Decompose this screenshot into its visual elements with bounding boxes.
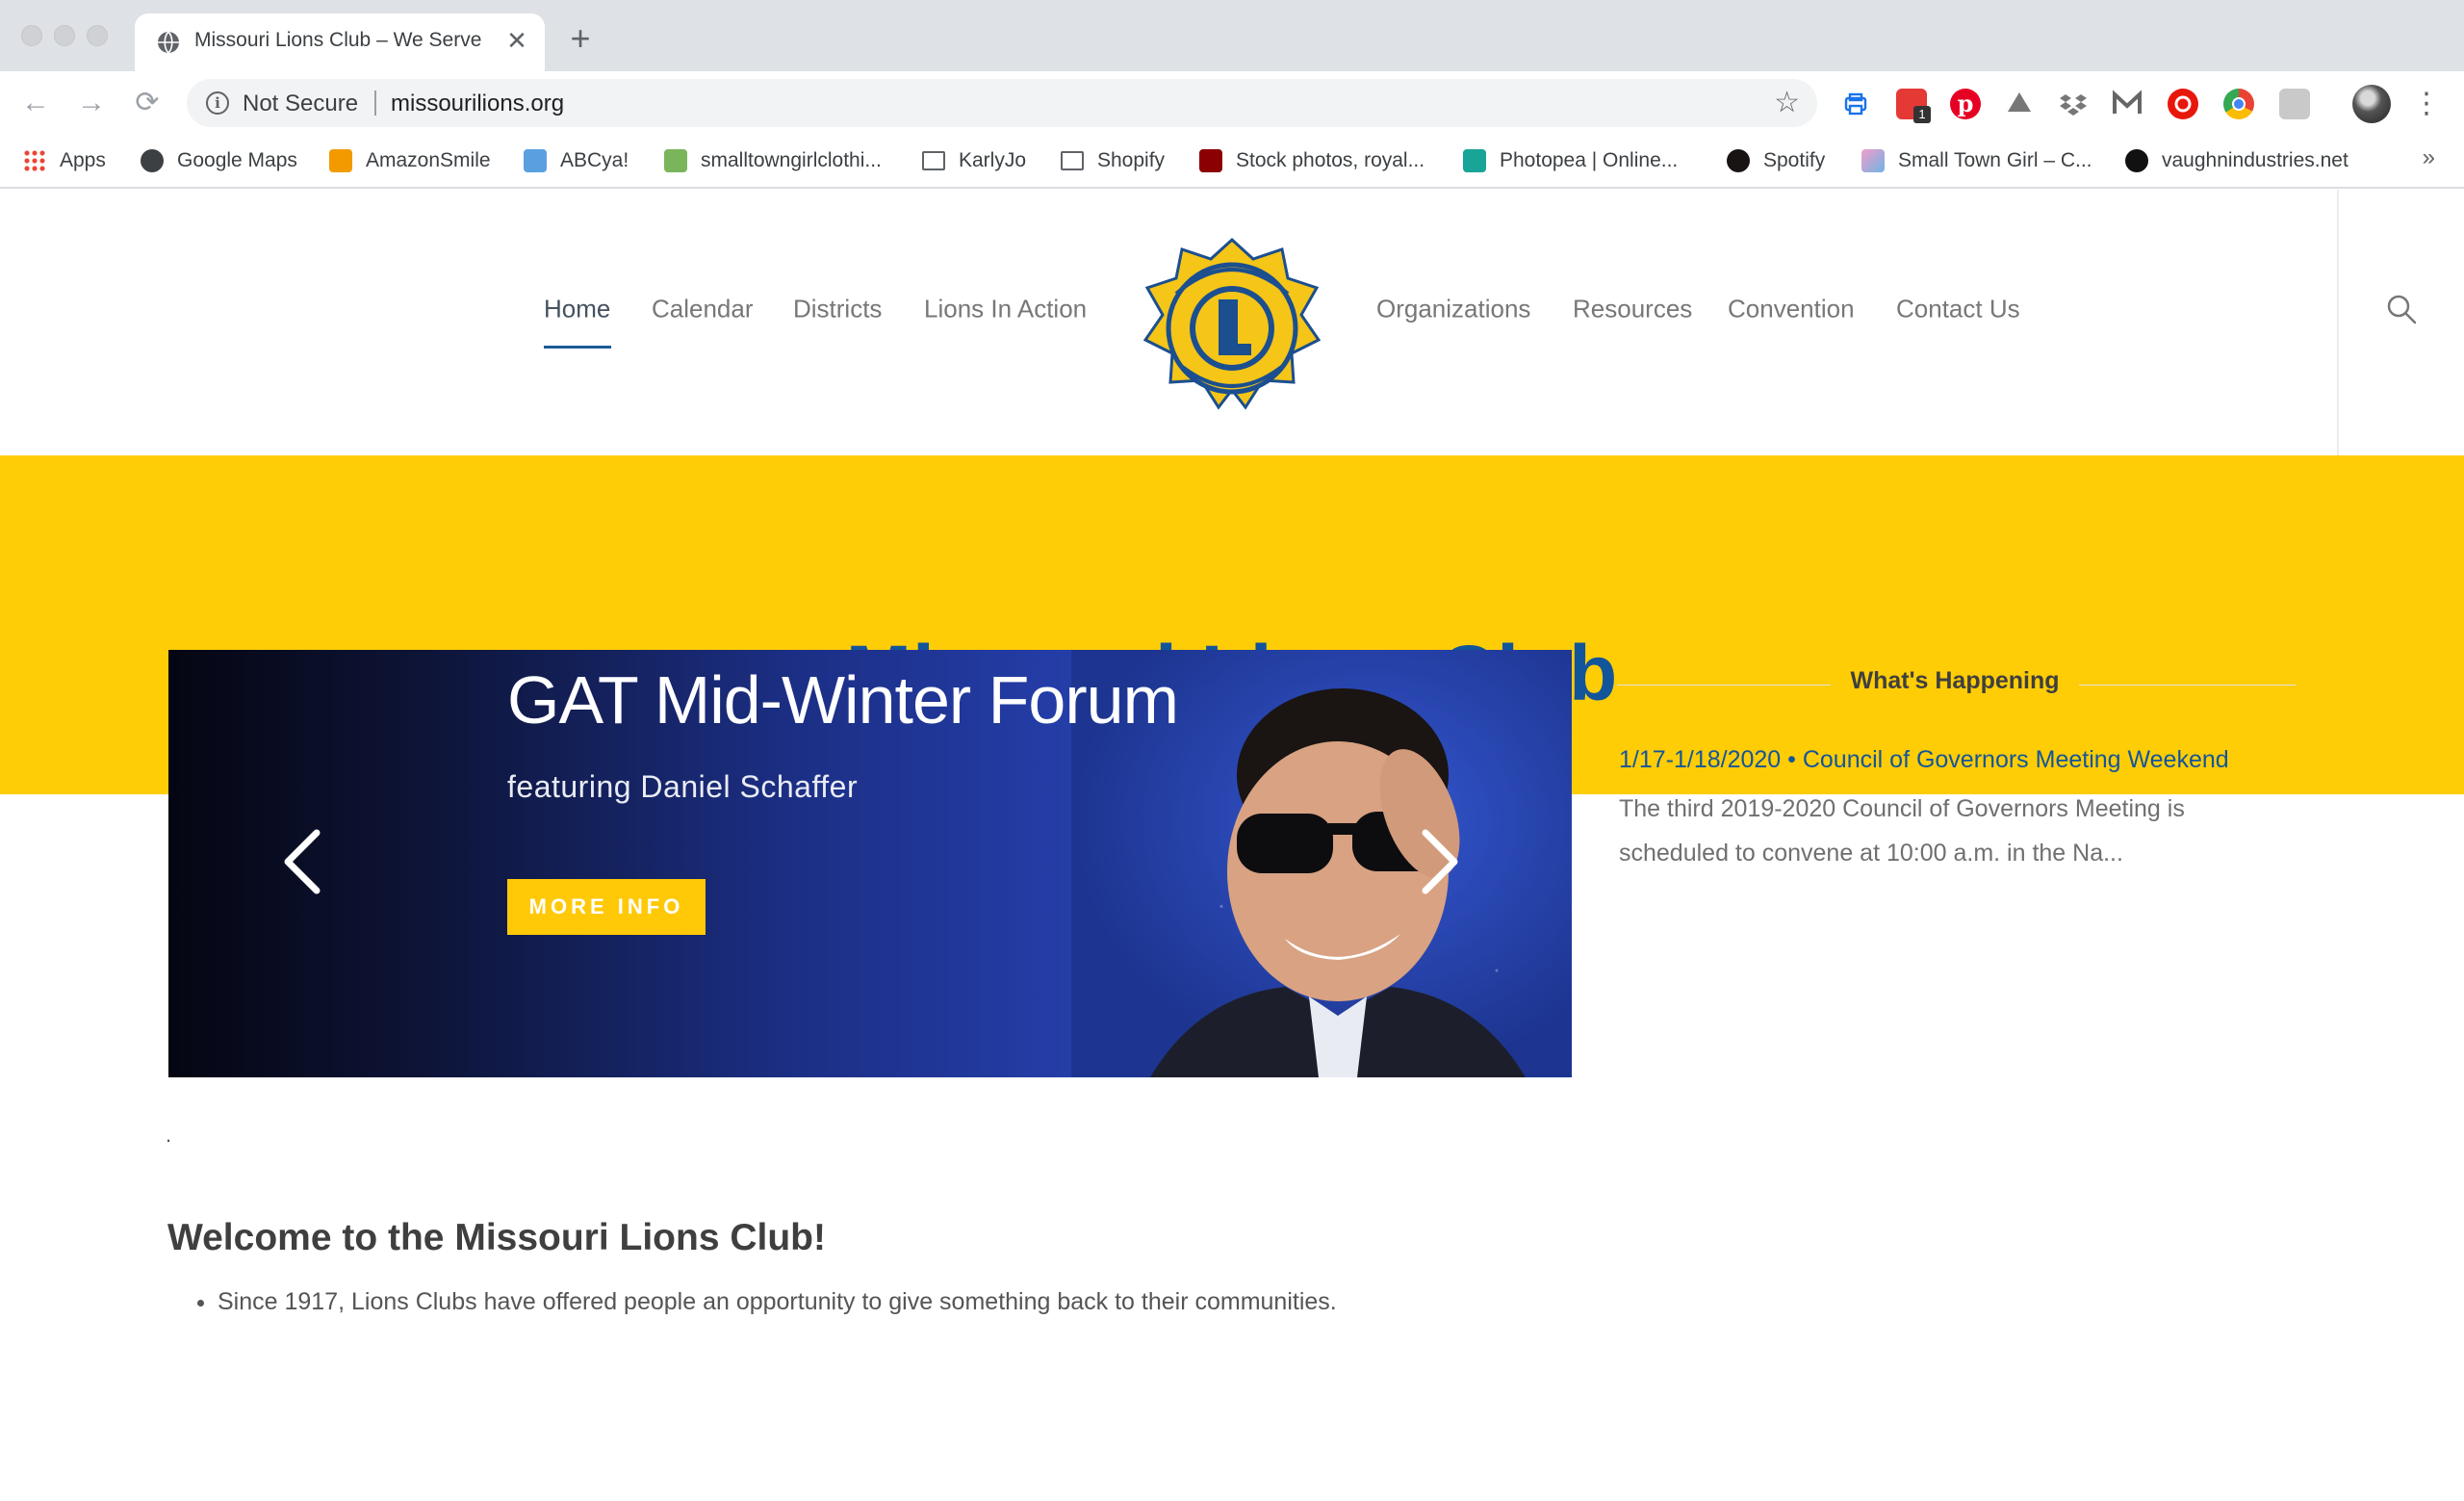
event-excerpt: The third 2019-2020 Council of Governors… bbox=[1619, 795, 2185, 867]
nav-convention[interactable]: Convention bbox=[1728, 295, 1855, 324]
shopify-bag-icon bbox=[664, 149, 687, 172]
site-favicon-icon bbox=[1861, 149, 1885, 172]
google-drive-icon[interactable] bbox=[2004, 89, 2035, 119]
printer-extension-icon[interactable] bbox=[1840, 89, 1871, 119]
bookmark-label: Apps bbox=[60, 149, 106, 171]
bookmarks-overflow-icon[interactable]: » bbox=[2423, 144, 2435, 171]
window-close-light[interactable] bbox=[21, 25, 42, 46]
bookmark-shopify[interactable]: Shopify bbox=[1061, 144, 1165, 177]
window-zoom-light[interactable] bbox=[87, 25, 108, 46]
widget-heading: What's Happening bbox=[1850, 667, 2060, 694]
nav-calendar[interactable]: Calendar bbox=[652, 295, 754, 324]
lions-international-logo[interactable] bbox=[1138, 236, 1326, 413]
reload-icon[interactable]: ⟳ bbox=[131, 87, 164, 119]
bookmark-label: vaughnindustries.net bbox=[2162, 149, 2348, 171]
back-icon[interactable]: ← bbox=[19, 87, 52, 119]
calendar-extension-icon[interactable]: 1 bbox=[1896, 89, 1931, 123]
intro-list: Since 1917, Lions Clubs have offered peo… bbox=[189, 1282, 1337, 1321]
puzzle-extension-icon[interactable] bbox=[2279, 89, 2310, 119]
bookmark-label: KarlyJo bbox=[959, 149, 1027, 171]
gmail-extension-icon[interactable] bbox=[2112, 89, 2143, 119]
featured-slider[interactable]: GAT Mid-Winter Forum featuring Daniel Sc… bbox=[168, 650, 1572, 1077]
chrome-extension-icon[interactable] bbox=[2223, 89, 2254, 119]
url-text[interactable]: missourilions.org bbox=[391, 91, 564, 117]
spotify-icon bbox=[1727, 149, 1750, 172]
bookmark-smalltowngirl[interactable]: smalltowngirlclothi... bbox=[664, 144, 882, 177]
bookmark-spotify[interactable]: Spotify bbox=[1727, 144, 1825, 177]
omnibox-separator bbox=[374, 91, 376, 116]
dropbox-icon[interactable] bbox=[2058, 89, 2089, 119]
forward-icon[interactable]: → bbox=[75, 87, 108, 119]
security-label[interactable]: Not Secure bbox=[243, 91, 358, 117]
amazon-icon bbox=[329, 149, 352, 172]
nav-home[interactable]: Home bbox=[544, 295, 610, 324]
bookmark-label: Small Town Girl – C... bbox=[1898, 149, 2092, 171]
more-info-button[interactable]: MORE INFO bbox=[507, 879, 706, 935]
event-link[interactable]: 1/17-1/18/2020 • Council of Governors Me… bbox=[1619, 746, 2229, 774]
bookmark-apps[interactable]: Apps bbox=[23, 144, 106, 177]
globe-icon bbox=[158, 31, 179, 54]
browser-tab[interactable]: Missouri Lions Club – We Serve ✕ bbox=[135, 13, 545, 71]
bookmark-label: smalltowngirlclothi... bbox=[701, 149, 882, 171]
slide-title: GAT Mid-Winter Forum bbox=[507, 662, 1179, 738]
window-minimize-light[interactable] bbox=[54, 25, 75, 46]
bookmark-label: Google Maps bbox=[177, 149, 297, 171]
new-tab-button[interactable]: + bbox=[564, 21, 597, 56]
list-item: Since 1917, Lions Clubs have offered peo… bbox=[218, 1282, 1337, 1321]
nav-organizations[interactable]: Organizations bbox=[1376, 295, 1530, 324]
folder-icon bbox=[922, 151, 945, 170]
nav-resources[interactable]: Resources bbox=[1573, 295, 1692, 324]
stock-photo-icon bbox=[1199, 149, 1222, 172]
search-icon[interactable] bbox=[2385, 293, 2418, 325]
bookmarks-bar: Apps Google Maps AmazonSmile ABCya! smal… bbox=[0, 135, 2464, 189]
bookmark-label: Shopify bbox=[1097, 149, 1166, 171]
active-nav-underline bbox=[544, 346, 611, 349]
address-bar[interactable]: i Not Secure missourilions.org ☆ bbox=[187, 79, 1817, 127]
site-header: Home Calendar Districts Lions In Action … bbox=[0, 190, 2464, 455]
slide-subtitle: featuring Daniel Schaffer bbox=[507, 769, 859, 804]
chevron-right-icon[interactable] bbox=[1410, 823, 1468, 900]
bookmark-google-maps[interactable]: Google Maps bbox=[141, 144, 297, 177]
photopea-icon bbox=[1463, 149, 1486, 172]
abcya-icon bbox=[524, 149, 547, 172]
globe-icon bbox=[141, 149, 164, 172]
nav-districts[interactable]: Districts bbox=[793, 295, 882, 324]
profile-avatar[interactable] bbox=[2352, 85, 2391, 123]
heading-rule-left bbox=[1617, 685, 1831, 686]
site-favicon-icon bbox=[2125, 149, 2148, 172]
bookmark-stock-photos[interactable]: Stock photos, royal... bbox=[1199, 144, 1424, 177]
welcome-heading: Welcome to the Missouri Lions Club! bbox=[167, 1217, 826, 1258]
header-divider bbox=[2337, 190, 2339, 455]
bookmark-vaughnindustries[interactable]: vaughnindustries.net bbox=[2125, 144, 2348, 177]
browser-toolbar: ← → ⟳ i Not Secure missourilions.org ☆ 1… bbox=[0, 71, 2464, 135]
bookmark-label: AmazonSmile bbox=[366, 149, 491, 171]
browser-chrome: Missouri Lions Club – We Serve ✕ + ← → ⟳… bbox=[0, 0, 2464, 190]
bookmark-amazonsmile[interactable]: AmazonSmile bbox=[329, 144, 491, 177]
bookmark-label: Photopea | Online... bbox=[1500, 149, 1679, 171]
bookmark-small-town-girl[interactable]: Small Town Girl – C... bbox=[1861, 144, 2092, 177]
bookmark-label: Spotify bbox=[1763, 149, 1826, 171]
chevron-left-icon[interactable] bbox=[274, 823, 332, 900]
apps-grid-icon bbox=[23, 149, 46, 172]
bookmark-star-icon[interactable]: ☆ bbox=[1774, 88, 1800, 118]
pinterest-icon[interactable]: p bbox=[1950, 89, 1981, 119]
nav-contact-us[interactable]: Contact Us bbox=[1896, 295, 2020, 324]
tab-close-icon[interactable]: ✕ bbox=[502, 26, 531, 55]
tab-title: Missouri Lions Club – We Serve bbox=[194, 29, 482, 51]
heading-rule-right bbox=[2079, 685, 2296, 686]
sync-extension-icon[interactable] bbox=[2168, 89, 2198, 119]
bookmark-karlyjo[interactable]: KarlyJo bbox=[922, 144, 1026, 177]
bookmark-label: Stock photos, royal... bbox=[1236, 149, 1425, 171]
nav-lions-in-action[interactable]: Lions In Action bbox=[924, 295, 1087, 324]
folder-icon bbox=[1061, 151, 1084, 170]
stray-period: . bbox=[166, 1123, 172, 1147]
bookmark-abcya[interactable]: ABCya! bbox=[524, 144, 629, 177]
info-icon[interactable]: i bbox=[206, 91, 229, 115]
browser-menu-icon[interactable]: ⋮ bbox=[2412, 85, 2441, 123]
bookmark-label: ABCya! bbox=[560, 149, 629, 171]
tab-strip: Missouri Lions Club – We Serve ✕ + bbox=[0, 0, 2464, 71]
bookmark-photopea[interactable]: Photopea | Online... bbox=[1463, 144, 1678, 177]
